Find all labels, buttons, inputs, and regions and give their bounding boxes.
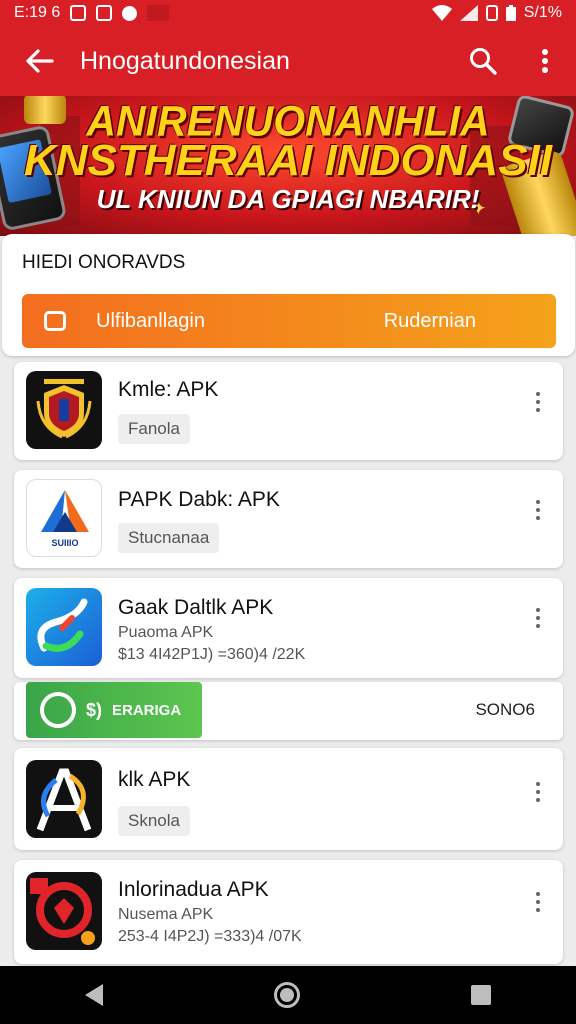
app-meta: 253-4 I4P2J) =333)4 /07K — [118, 928, 302, 945]
category-chip: Stucnanaa — [118, 523, 220, 553]
message-icon — [96, 5, 113, 21]
featured-label: HIEDI ONORAVDS — [22, 252, 186, 273]
item-menu-icon[interactable] — [533, 782, 543, 802]
wifi-icon — [431, 5, 452, 21]
download-size: SONO6 — [475, 700, 535, 719]
app-name: Gaak Daltlk APK — [118, 596, 274, 619]
search-icon — [470, 48, 497, 75]
back-button[interactable] — [0, 26, 80, 96]
list-item[interactable]: SUIIIO PAPK Dabk: APK Stucnanaa — [14, 470, 563, 568]
nav-recents-icon[interactable] — [470, 985, 491, 1005]
dollar-glyph: $) — [86, 699, 103, 720]
banner-subheadline: UL KNIUN DA GPIAGI NBARIR! — [96, 184, 480, 214]
nav-home-icon[interactable] — [273, 982, 300, 1008]
category-chip: Fanola — [118, 414, 190, 444]
app-subtitle: Nusema APK — [118, 906, 214, 923]
banner-headline-2: KNSTHERAAI INDONASII — [23, 136, 553, 185]
letter-a-logo-icon — [36, 768, 92, 832]
app-notification-icon — [122, 5, 138, 21]
notification-icon — [70, 5, 87, 21]
overflow-menu-button[interactable] — [514, 26, 576, 96]
list-item[interactable]: klk APK Sknola — [14, 748, 563, 850]
download-row: $) ERARIGA SONO6 — [14, 682, 563, 740]
status-bar: E:19 6 S/1% — [0, 0, 576, 26]
list-item[interactable]: Kmle: APK Fanola — [14, 362, 563, 460]
red-badge-icon — [30, 878, 95, 945]
nav-back-icon[interactable] — [85, 984, 104, 1006]
app-name: PAPK Dabk: APK — [118, 488, 280, 511]
swirl-logo-icon — [37, 598, 88, 652]
page-title: Hnogatundonesian — [80, 46, 290, 75]
featured-action-left-label: Ulfibanllagin — [96, 309, 205, 332]
app-icon-triangle: SUIIIO — [26, 479, 102, 557]
app-name: Kmle: APK — [118, 378, 219, 401]
item-menu-icon[interactable] — [533, 892, 543, 912]
item-menu-icon[interactable] — [533, 608, 543, 628]
download-button[interactable]: $) ERARIGA — [26, 682, 202, 738]
battery-icon — [505, 5, 516, 21]
app-icon-swirl — [26, 588, 102, 666]
signal-icon — [459, 5, 478, 21]
battery-percent: S/1% — [523, 4, 562, 21]
sim-icon — [485, 5, 498, 21]
featured-action-right-label: Rudernian — [383, 309, 476, 332]
featured-action-button[interactable]: Ulfibanllagin Rudernian — [22, 294, 556, 348]
notification-placeholder-icon — [147, 5, 170, 21]
status-time: E:19 6 — [14, 4, 61, 21]
item-menu-icon[interactable] — [533, 500, 543, 520]
app-name: Inlorinadua APK — [118, 878, 269, 901]
app-icon-letter-a — [26, 760, 102, 838]
item-menu-icon[interactable] — [533, 392, 543, 412]
app-bar: Hnogatundonesian — [0, 26, 576, 96]
category-chip: Sknola — [118, 806, 190, 836]
list-item[interactable]: Inlorinadua APK Nusema APK 253-4 I4P2J) … — [14, 860, 563, 964]
app-icon-emblem — [26, 371, 102, 449]
system-nav-bar — [0, 966, 576, 1024]
search-button[interactable] — [452, 26, 514, 96]
app-name: klk APK — [118, 768, 191, 791]
more-vert-icon — [542, 49, 548, 73]
featured-card: HIEDI ONORAVDS Ulfibanllagin Rudernian — [2, 234, 575, 356]
list-item[interactable]: Gaak Daltlk APK Puaoma APK $13 4I42P1J) … — [14, 578, 563, 678]
emblem-icon — [36, 379, 92, 439]
chat-bubble-icon — [40, 692, 76, 728]
app-subtitle: Puaoma APK — [118, 624, 214, 641]
app-meta: $13 4I42P1J) =360)4 /22K — [118, 646, 306, 663]
arrow-left-icon — [26, 49, 54, 73]
promo-banner[interactable]: ✦ ✦ ANIRENUONANHLIA KNSTHERAAI INDONASII… — [0, 96, 576, 236]
download-button-label: ERARIGA — [112, 701, 182, 719]
chat-icon — [44, 311, 66, 331]
app-icon-shield-red — [26, 872, 102, 950]
app-icon-label: SUIIIO — [51, 538, 79, 548]
